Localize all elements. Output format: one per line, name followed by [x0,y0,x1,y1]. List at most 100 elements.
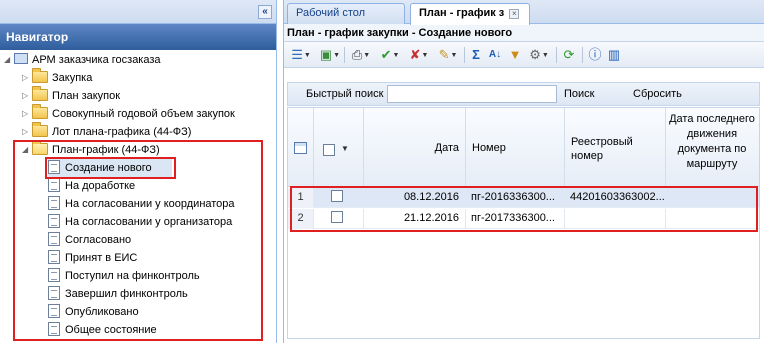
print-icon[interactable]: ⎙▼ [348,46,374,64]
columns-menu-icon[interactable]: ☰▼ [289,46,313,64]
tree-child-postupil[interactable]: Поступил на финконтроль [48,267,200,285]
settings-icon[interactable]: ⚙▼ [526,46,552,64]
info-icon[interactable]: ⓘ [587,46,603,64]
tree-child-koordinator[interactable]: На согласовании у координатора [48,195,235,213]
cell-registry [565,209,666,229]
expand-arrow-icon[interactable]: ▷ [22,69,32,87]
table-icon [294,142,307,154]
tree-child-organizator[interactable]: На согласовании у организатора [48,213,232,231]
tab-bar: Рабочий стол План - график з × [284,0,764,25]
row-number: 1 [288,188,314,208]
filter-icon[interactable]: ▼ [507,46,523,64]
reset-button[interactable]: Сбросить [633,88,682,100]
expand-arrow-icon[interactable]: ▷ [22,87,32,105]
row-number: 2 [288,209,314,229]
toolbar-separator [344,47,345,63]
select-all-checkbox[interactable] [323,144,335,156]
document-icon [48,214,60,228]
cell-last-move [666,209,759,229]
tree-item-plan-zakupok[interactable]: ▷ План закупок [22,86,120,105]
sum-icon[interactable]: Σ [468,46,484,64]
check-icon[interactable]: ✔▼ [377,46,403,64]
close-icon[interactable]: × [509,9,520,19]
collapse-icon[interactable]: « [258,5,272,19]
cell-date: 21.12.2016 [364,209,466,229]
cell-registry: 44201603363002... [565,188,666,208]
document-icon [48,268,60,282]
tree-item-zakupka[interactable]: ▷ Закупка [22,68,93,87]
tree-item-sovokupnyi[interactable]: ▷ Совокупный годовой объем закупок [22,104,235,123]
tab-desktop[interactable]: Рабочий стол [287,3,405,24]
expand-arrow-icon[interactable]: ▷ [22,105,32,123]
tree-child-eis[interactable]: Принят в ЕИС [48,249,137,267]
sort-icon[interactable]: A↓ [487,46,503,64]
tree-item-lot[interactable]: ▷ Лот плана-графика (44-ФЗ) [22,122,192,141]
document-icon [48,178,60,192]
tree-child-label: Принят в ЕИС [65,252,138,264]
column-last-move[interactable]: Дата последнего движения документа по ма… [666,108,759,187]
chevron-down-icon[interactable]: ▼ [341,144,349,153]
tree-child-label: На согласовании у организатора [65,216,233,228]
row-checkbox[interactable] [331,190,343,202]
cell-number: пг-2017336300... [466,209,565,229]
column-registry[interactable]: Реестровый номер [565,108,666,187]
document-icon [48,322,60,336]
tree-child-label: На доработке [65,180,136,192]
tree-item-plan-grafik[interactable]: ◢ План-график (44-ФЗ) [22,140,160,159]
folder-icon [32,122,48,137]
tree-child-dorabotka[interactable]: На доработке [48,177,135,195]
quick-search-input[interactable] [387,85,557,103]
tree-child-label: На согласовании у координатора [65,198,235,210]
folder-icon [32,68,48,83]
row-checkbox[interactable] [331,211,343,223]
table-row[interactable]: 1 08.12.2016 пг-2016336300... 4420160336… [288,188,759,208]
row-select-cell[interactable] [314,209,364,229]
grid-settings-cell[interactable] [288,108,314,187]
document-edit-icon[interactable]: ✎▼ [435,46,461,64]
cell-last-move [666,188,759,208]
tree-root[interactable]: ◢ АРМ заказчика госзаказа [4,51,161,69]
select-all-cell[interactable]: ▼ [314,108,364,187]
tab-label: Рабочий стол [296,7,366,19]
navigator-topbar: « [0,0,276,24]
tree-child-label: Опубликовано [65,306,139,318]
toolbar-separator [464,47,465,63]
tree-item-label: План-график (44-ФЗ) [52,144,160,156]
approve-menu-icon[interactable]: ▣▼ [318,46,342,64]
navigator-panel: « Навигатор ◢ АРМ заказчика госзаказа ▷ За… [0,0,277,343]
folder-icon [32,104,48,119]
toolbar: ☰▼ ▣▼ ⎙▼ ✔▼ ✘▼ ✎▼ Σ A↓ ▼ ⚙▼ ⟳ ⓘ ▥ [284,42,764,68]
row-select-cell[interactable] [314,188,364,208]
column-date-label: Дата [434,142,459,154]
column-number-label: Номер [472,142,506,154]
tab-plan-grafik[interactable]: План - график з × [410,3,530,25]
tree-child-label: Согласовано [65,234,132,246]
tab-label: План - график з [419,7,505,19]
tree-child-soglasovano[interactable]: Согласовано [48,231,131,249]
search-button[interactable]: Поиск [564,88,594,100]
tree-child-obshchee[interactable]: Общее состояние [48,321,157,339]
folder-icon [32,86,48,101]
expand-arrow-icon[interactable]: ▷ [22,123,32,141]
tree-child-opublikovano[interactable]: Опубликовано [48,303,139,321]
tree-item-label: Лот плана-графика (44-ФЗ) [52,126,192,138]
table-row[interactable]: 2 21.12.2016 пг-2017336300... [288,209,759,229]
tree-child-label: Общее состояние [65,324,157,336]
collapse-arrow-icon[interactable]: ◢ [4,51,14,69]
grid-header: ▼ Дата Номер Реестровый номер Дата после… [288,108,759,187]
reject-icon[interactable]: ✘▼ [406,46,432,64]
quick-search-label: Быстрый поиск [306,88,384,100]
tree-item-label: Закупка [52,72,93,84]
column-date[interactable]: Дата [364,108,466,187]
refresh-icon[interactable]: ⟳ [560,46,578,64]
open-folder-icon [32,140,48,155]
collapse-arrow-icon[interactable]: ◢ [22,141,32,159]
details-icon[interactable]: ▥ [606,46,622,64]
tree-child-sozdanie[interactable]: Создание нового [48,159,172,177]
tree-child-zavershil[interactable]: Завершил финконтроль [48,285,188,303]
column-number[interactable]: Номер [466,108,565,187]
quick-search-bar: Быстрый поиск Поиск Сбросить [287,82,760,106]
column-last-move-label: Дата последнего движения документа по ма… [669,113,755,170]
data-grid: ▼ Дата Номер Реестровый номер Дата после… [287,107,760,339]
tree-child-label: Создание нового [65,162,152,174]
